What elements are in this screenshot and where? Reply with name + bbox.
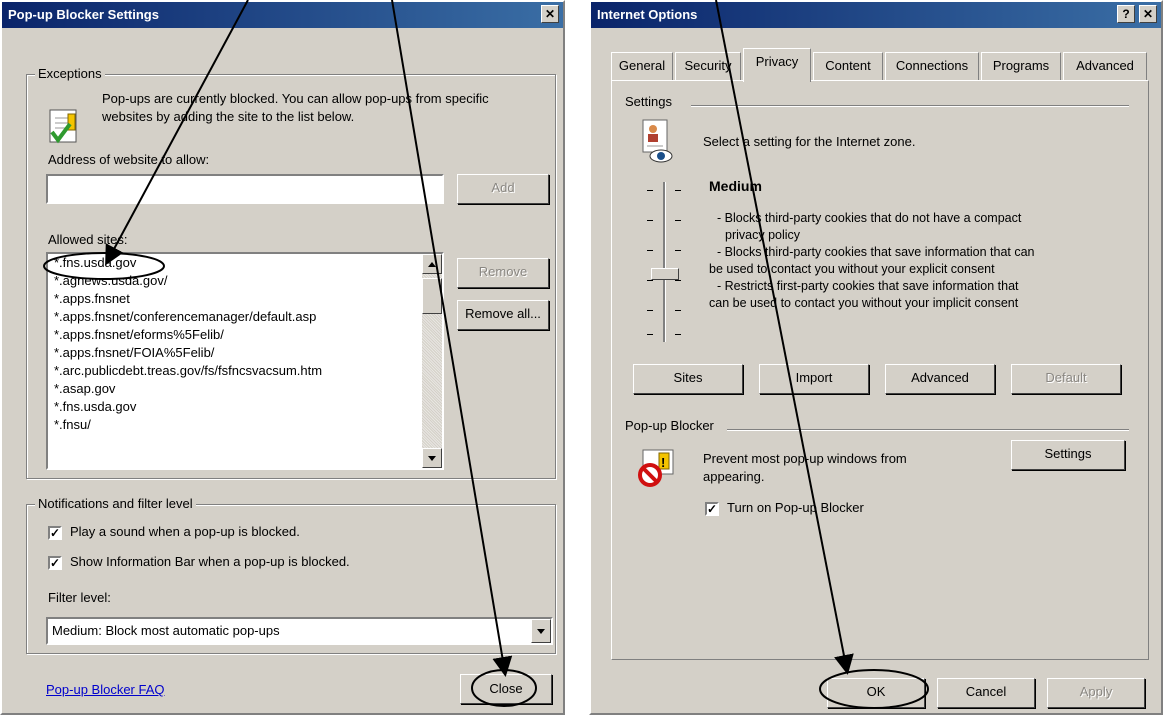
tab-connections[interactable]: Connections <box>885 52 979 80</box>
add-button[interactable]: Add <box>457 174 549 204</box>
popup-blocker-legend: Pop-up Blocker <box>625 418 714 433</box>
slider-tick <box>675 310 681 311</box>
turn-on-popup-blocker-checkbox[interactable]: ✓ <box>705 502 719 516</box>
settings-legend: Settings <box>625 94 672 109</box>
popup-blocker-faq-link[interactable]: Pop-up Blocker FAQ <box>46 682 165 697</box>
default-button[interactable]: Default <box>1011 364 1121 394</box>
privacy-level-name: Medium <box>709 178 762 194</box>
info-bar-checkbox[interactable]: ✓ <box>48 556 62 570</box>
slider-tick <box>675 334 681 335</box>
internet-options-title: Internet Options <box>597 7 698 22</box>
slider-tick <box>647 220 653 221</box>
remove-all-button[interactable]: Remove all... <box>457 300 549 330</box>
cancel-button[interactable]: Cancel <box>937 678 1035 708</box>
play-sound-checkbox[interactable]: ✓ <box>48 526 62 540</box>
slider-tick <box>675 190 681 191</box>
slider-tick <box>647 190 653 191</box>
slider-tick <box>647 310 653 311</box>
slider-tick <box>647 280 653 281</box>
settings-divider <box>691 105 1129 106</box>
internet-options-dialog: Internet Options ? ✕ General Security Pr… <box>589 0 1163 715</box>
list-item[interactable]: *.arc.publicdebt.treas.gov/fs/fsfncsvacs… <box>48 362 442 380</box>
ok-button[interactable]: OK <box>827 678 925 708</box>
tab-content[interactable]: Content <box>813 52 883 80</box>
svg-text:!: ! <box>661 455 665 470</box>
advanced-button[interactable]: Advanced <box>885 364 995 394</box>
list-item[interactable]: *.fnsu/ <box>48 416 442 434</box>
desc-line: be used to contact you without your expl… <box>709 262 995 276</box>
close-icon[interactable]: ✕ <box>1139 5 1157 23</box>
privacy-level-slider[interactable] <box>645 182 685 342</box>
desc-line: - Restricts first-party cookies that sav… <box>717 279 1019 293</box>
filter-level-select[interactable]: Medium: Block most automatic pop-ups <box>46 617 553 645</box>
tab-privacy[interactable]: Privacy <box>743 48 811 82</box>
play-sound-label: Play a sound when a pop-up is blocked. <box>70 524 300 539</box>
popup-blocker-text: Prevent most pop-up windows from appeari… <box>703 450 907 486</box>
remove-button[interactable]: Remove <box>457 258 549 288</box>
list-item[interactable]: *.apps.fnsnet/conferencemanager/default.… <box>48 308 442 326</box>
desc-line: can be used to contact you without your … <box>709 296 1019 310</box>
internet-options-titlebar: Internet Options ? ✕ <box>591 2 1161 28</box>
apply-button[interactable]: Apply <box>1047 678 1145 708</box>
chevron-down-icon[interactable] <box>531 619 551 643</box>
list-item[interactable]: *.apps.fnsnet/eforms%5Felib/ <box>48 326 442 344</box>
scroll-thumb[interactable] <box>422 278 442 314</box>
exceptions-info-line1: Pop-ups are currently blocked. You can a… <box>102 91 489 106</box>
allowed-sites-list[interactable]: *.fns.usda.gov *.agnews.usda.gov/ *.apps… <box>46 252 444 470</box>
tab-programs[interactable]: Programs <box>981 52 1061 80</box>
scroll-down-arrow-icon[interactable] <box>422 448 442 468</box>
privacy-level-description: - Blocks third-party cookies that do not… <box>709 210 1129 312</box>
exceptions-info-line2: websites by adding the site to the list … <box>102 109 355 124</box>
settings-intro: Select a setting for the Internet zone. <box>703 134 916 149</box>
tab-security[interactable]: Security <box>675 52 741 80</box>
exceptions-legend: Exceptions <box>35 66 105 81</box>
popup-blocker-divider <box>727 429 1129 430</box>
slider-thumb[interactable] <box>651 268 679 280</box>
popup-text-line1: Prevent most pop-up windows from <box>703 451 907 466</box>
info-bar-label: Show Information Bar when a pop-up is bl… <box>70 554 350 569</box>
address-input[interactable] <box>46 174 444 204</box>
filter-level-label: Filter level: <box>48 590 111 605</box>
close-button[interactable]: Close <box>460 674 552 704</box>
popup-settings-button[interactable]: Settings <box>1011 440 1125 470</box>
popup-blocker-dialog: Pop-up Blocker Settings ✕ Exceptions Pop… <box>0 0 565 715</box>
desc-line: - Blocks third-party cookies that save i… <box>717 245 1035 259</box>
allowed-sites-label: Allowed sites: <box>48 232 128 247</box>
exceptions-info-text: Pop-ups are currently blocked. You can a… <box>102 90 542 126</box>
slider-tick <box>647 334 653 335</box>
filter-level-value: Medium: Block most automatic pop-ups <box>52 623 280 638</box>
list-item[interactable]: *.apps.fnsnet/FOIA%5Felib/ <box>48 344 442 362</box>
slider-tick <box>675 220 681 221</box>
turn-on-popup-blocker-label: Turn on Pop-up Blocker <box>727 500 864 515</box>
slider-tick <box>675 280 681 281</box>
slider-tick <box>647 250 653 251</box>
list-item[interactable]: *.agnews.usda.gov/ <box>48 272 442 290</box>
privacy-zone-icon <box>639 118 675 166</box>
tab-advanced[interactable]: Advanced <box>1063 52 1147 80</box>
help-icon[interactable]: ? <box>1117 5 1135 23</box>
list-item[interactable]: *.fns.usda.gov <box>48 254 442 272</box>
list-item[interactable]: *.asap.gov <box>48 380 442 398</box>
scroll-up-arrow-icon[interactable] <box>422 254 442 274</box>
import-button[interactable]: Import <box>759 364 869 394</box>
sites-button[interactable]: Sites <box>633 364 743 394</box>
tab-general[interactable]: General <box>611 52 673 80</box>
slider-track <box>663 182 666 342</box>
slider-tick <box>675 250 681 251</box>
list-item[interactable]: *.fns.usda.gov <box>48 398 442 416</box>
popup-info-icon <box>46 108 82 148</box>
address-label: Address of website to allow: <box>48 152 210 167</box>
desc-line: - Blocks third-party cookies that do not… <box>717 211 1022 225</box>
notifications-legend: Notifications and filter level <box>35 496 196 511</box>
close-icon[interactable]: ✕ <box>541 5 559 23</box>
popup-blocker-titlebar: Pop-up Blocker Settings ✕ <box>2 2 563 28</box>
popup-text-line2: appearing. <box>703 469 765 484</box>
popup-blocked-icon: ! <box>637 448 677 488</box>
desc-line: privacy policy <box>725 228 801 242</box>
popup-blocker-title: Pop-up Blocker Settings <box>8 7 159 22</box>
list-item[interactable]: *.apps.fnsnet <box>48 290 442 308</box>
